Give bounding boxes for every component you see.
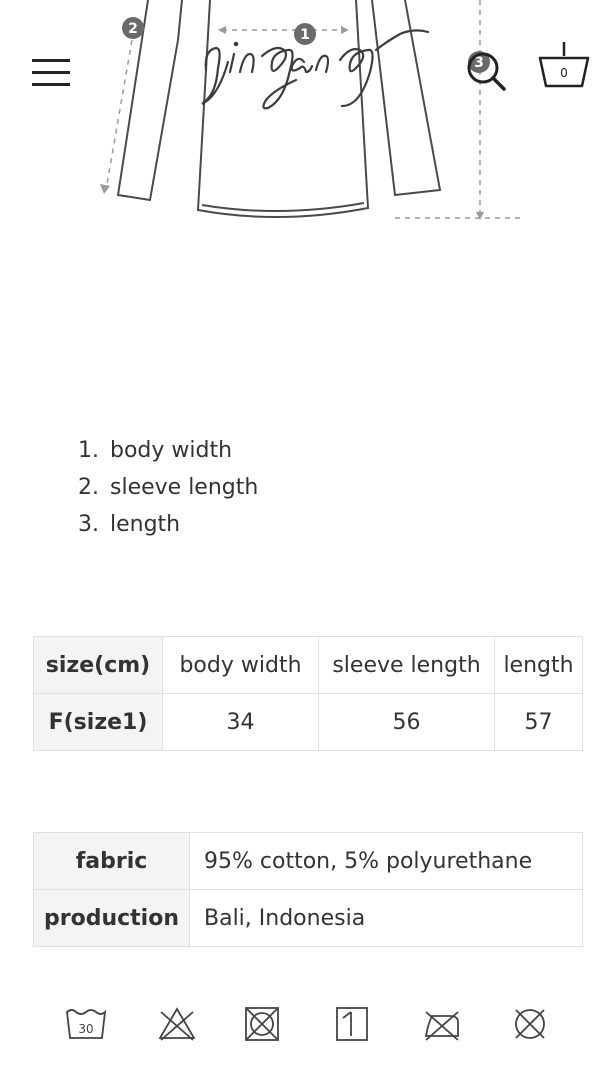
list-item: 1. body width [78, 432, 258, 469]
brand-logo[interactable] [200, 10, 440, 110]
yinyang-logo-script [201, 29, 430, 110]
table-header-cell: body width [162, 636, 319, 694]
table-row: production Bali, Indonesia [33, 889, 583, 947]
do-not-bleach-icon [158, 1007, 196, 1041]
menu-icon [32, 59, 70, 62]
search-icon [467, 52, 506, 91]
cart-button[interactable]: 0 [536, 40, 592, 94]
table-header-cell: size(cm) [33, 636, 163, 694]
list-number: 1. [78, 438, 99, 463]
table-cell: Bali, Indonesia [189, 889, 583, 947]
table-row: F(size1) 34 56 57 [33, 693, 583, 751]
list-label: sleeve length [110, 475, 259, 500]
diagram-marker-2: 2 [122, 17, 144, 39]
do-not-iron-icon [424, 1011, 459, 1041]
search-button[interactable] [462, 46, 510, 94]
size-table: size(cm) body width sleeve length length… [33, 636, 583, 751]
menu-button[interactable] [30, 55, 74, 91]
table-row: size(cm) body width sleeve length length [33, 636, 583, 694]
table-cell: 34 [162, 693, 319, 751]
measurement-legend: 1. body width 2. sleeve length 3. length [78, 432, 258, 543]
table-cell: 57 [494, 693, 583, 751]
fabric-table: fabric 95% cotton, 5% polyurethane produ… [33, 832, 583, 947]
table-cell: 56 [318, 693, 495, 751]
do-not-dry-clean-icon [515, 1009, 545, 1039]
list-item: 2. sleeve length [78, 469, 258, 506]
table-header-cell: sleeve length [318, 636, 495, 694]
care-instructions: 30 [0, 1000, 616, 1050]
menu-icon-bar-bottom [32, 83, 70, 86]
menu-icon-bar-middle [32, 71, 70, 74]
dry-flat-icon [336, 1007, 368, 1041]
cart-count-badge: 0 [560, 66, 568, 80]
list-label: body width [110, 438, 233, 463]
table-row: fabric 95% cotton, 5% polyurethane [33, 832, 583, 890]
svg-text:2: 2 [128, 21, 138, 37]
list-label: length [110, 512, 181, 537]
do-not-tumble-dry-icon [245, 1007, 279, 1041]
list-number: 3. [78, 512, 99, 537]
table-cell: 95% cotton, 5% polyurethane [189, 832, 583, 890]
list-item: 3. length [78, 506, 258, 543]
wash-30-icon: 30 [66, 1009, 107, 1039]
table-header-cell: production [33, 889, 190, 947]
wash-temp-label: 30 [78, 1022, 93, 1036]
table-cell: F(size1) [33, 693, 163, 751]
table-header-cell: length [494, 636, 583, 694]
list-number: 2. [78, 475, 99, 500]
table-header-cell: fabric [33, 832, 190, 890]
